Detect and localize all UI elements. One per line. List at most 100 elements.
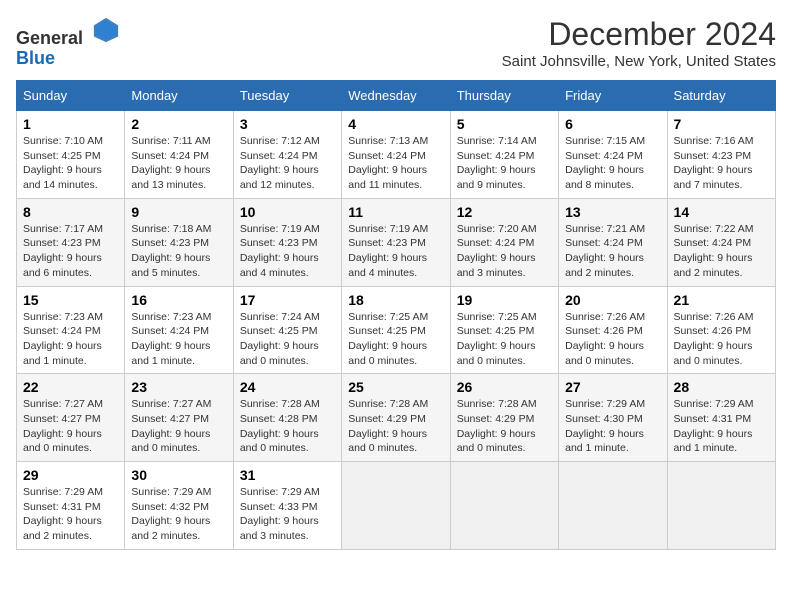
calendar-cell: 13 Sunrise: 7:21 AM Sunset: 4:24 PM Dayl…	[559, 198, 667, 286]
day-number: 14	[674, 204, 769, 220]
calendar-cell	[450, 462, 558, 550]
day-header-friday: Friday	[559, 81, 667, 111]
page-title: December 2024	[502, 16, 776, 53]
calendar-cell: 29 Sunrise: 7:29 AM Sunset: 4:31 PM Dayl…	[17, 462, 125, 550]
calendar-cell: 21 Sunrise: 7:26 AM Sunset: 4:26 PM Dayl…	[667, 286, 775, 374]
day-number: 29	[23, 467, 118, 483]
cell-details: Sunrise: 7:26 AM Sunset: 4:26 PM Dayligh…	[674, 311, 754, 367]
day-number: 6	[565, 116, 660, 132]
cell-details: Sunrise: 7:20 AM Sunset: 4:24 PM Dayligh…	[457, 223, 537, 279]
day-number: 3	[240, 116, 335, 132]
calendar-cell: 9 Sunrise: 7:18 AM Sunset: 4:23 PM Dayli…	[125, 198, 233, 286]
calendar-cell: 18 Sunrise: 7:25 AM Sunset: 4:25 PM Dayl…	[342, 286, 450, 374]
cell-details: Sunrise: 7:27 AM Sunset: 4:27 PM Dayligh…	[23, 398, 103, 454]
day-number: 18	[348, 292, 443, 308]
cell-details: Sunrise: 7:12 AM Sunset: 4:24 PM Dayligh…	[240, 135, 320, 191]
cell-details: Sunrise: 7:25 AM Sunset: 4:25 PM Dayligh…	[348, 311, 428, 367]
day-number: 28	[674, 379, 769, 395]
calendar-cell: 26 Sunrise: 7:28 AM Sunset: 4:29 PM Dayl…	[450, 374, 558, 462]
calendar-cell: 28 Sunrise: 7:29 AM Sunset: 4:31 PM Dayl…	[667, 374, 775, 462]
calendar-cell: 16 Sunrise: 7:23 AM Sunset: 4:24 PM Dayl…	[125, 286, 233, 374]
day-number: 17	[240, 292, 335, 308]
cell-details: Sunrise: 7:29 AM Sunset: 4:32 PM Dayligh…	[131, 486, 211, 542]
calendar-cell: 10 Sunrise: 7:19 AM Sunset: 4:23 PM Dayl…	[233, 198, 341, 286]
cell-details: Sunrise: 7:10 AM Sunset: 4:25 PM Dayligh…	[23, 135, 103, 191]
day-number: 7	[674, 116, 769, 132]
cell-details: Sunrise: 7:16 AM Sunset: 4:23 PM Dayligh…	[674, 135, 754, 191]
calendar-cell: 8 Sunrise: 7:17 AM Sunset: 4:23 PM Dayli…	[17, 198, 125, 286]
calendar-cell: 17 Sunrise: 7:24 AM Sunset: 4:25 PM Dayl…	[233, 286, 341, 374]
calendar-cell: 3 Sunrise: 7:12 AM Sunset: 4:24 PM Dayli…	[233, 111, 341, 199]
cell-details: Sunrise: 7:29 AM Sunset: 4:30 PM Dayligh…	[565, 398, 645, 454]
calendar-cell: 12 Sunrise: 7:20 AM Sunset: 4:24 PM Dayl…	[450, 198, 558, 286]
day-number: 4	[348, 116, 443, 132]
calendar-cell: 30 Sunrise: 7:29 AM Sunset: 4:32 PM Dayl…	[125, 462, 233, 550]
cell-details: Sunrise: 7:29 AM Sunset: 4:31 PM Dayligh…	[674, 398, 754, 454]
cell-details: Sunrise: 7:15 AM Sunset: 4:24 PM Dayligh…	[565, 135, 645, 191]
cell-details: Sunrise: 7:28 AM Sunset: 4:29 PM Dayligh…	[348, 398, 428, 454]
day-header-sunday: Sunday	[17, 81, 125, 111]
day-header-tuesday: Tuesday	[233, 81, 341, 111]
logo-general: General	[16, 28, 83, 48]
cell-details: Sunrise: 7:27 AM Sunset: 4:27 PM Dayligh…	[131, 398, 211, 454]
calendar-cell: 7 Sunrise: 7:16 AM Sunset: 4:23 PM Dayli…	[667, 111, 775, 199]
calendar-cell: 31 Sunrise: 7:29 AM Sunset: 4:33 PM Dayl…	[233, 462, 341, 550]
calendar-cell: 20 Sunrise: 7:26 AM Sunset: 4:26 PM Dayl…	[559, 286, 667, 374]
cell-details: Sunrise: 7:29 AM Sunset: 4:33 PM Dayligh…	[240, 486, 320, 542]
title-area: December 2024 Saint Johnsville, New York…	[502, 16, 776, 70]
header: General Blue December 2024 Saint Johnsvi…	[16, 16, 776, 70]
calendar-cell: 23 Sunrise: 7:27 AM Sunset: 4:27 PM Dayl…	[125, 374, 233, 462]
calendar-cell: 24 Sunrise: 7:28 AM Sunset: 4:28 PM Dayl…	[233, 374, 341, 462]
cell-details: Sunrise: 7:26 AM Sunset: 4:26 PM Dayligh…	[565, 311, 645, 367]
cell-details: Sunrise: 7:11 AM Sunset: 4:24 PM Dayligh…	[131, 135, 210, 191]
day-number: 5	[457, 116, 552, 132]
day-number: 12	[457, 204, 552, 220]
day-header-monday: Monday	[125, 81, 233, 111]
calendar-cell	[342, 462, 450, 550]
calendar-cell: 1 Sunrise: 7:10 AM Sunset: 4:25 PM Dayli…	[17, 111, 125, 199]
day-number: 27	[565, 379, 660, 395]
day-header-wednesday: Wednesday	[342, 81, 450, 111]
day-number: 25	[348, 379, 443, 395]
day-number: 11	[348, 204, 443, 220]
day-number: 1	[23, 116, 118, 132]
day-number: 9	[131, 204, 226, 220]
calendar-week-row: 8 Sunrise: 7:17 AM Sunset: 4:23 PM Dayli…	[17, 198, 776, 286]
day-number: 20	[565, 292, 660, 308]
day-number: 2	[131, 116, 226, 132]
calendar-week-row: 1 Sunrise: 7:10 AM Sunset: 4:25 PM Dayli…	[17, 111, 776, 199]
day-header-saturday: Saturday	[667, 81, 775, 111]
cell-details: Sunrise: 7:25 AM Sunset: 4:25 PM Dayligh…	[457, 311, 537, 367]
logo-icon	[92, 16, 120, 44]
cell-details: Sunrise: 7:17 AM Sunset: 4:23 PM Dayligh…	[23, 223, 103, 279]
day-number: 8	[23, 204, 118, 220]
cell-details: Sunrise: 7:19 AM Sunset: 4:23 PM Dayligh…	[348, 223, 428, 279]
day-number: 22	[23, 379, 118, 395]
day-header-thursday: Thursday	[450, 81, 558, 111]
day-number: 13	[565, 204, 660, 220]
cell-details: Sunrise: 7:24 AM Sunset: 4:25 PM Dayligh…	[240, 311, 320, 367]
logo: General Blue	[16, 16, 120, 69]
page-subtitle: Saint Johnsville, New York, United State…	[502, 53, 776, 70]
cell-details: Sunrise: 7:18 AM Sunset: 4:23 PM Dayligh…	[131, 223, 211, 279]
cell-details: Sunrise: 7:23 AM Sunset: 4:24 PM Dayligh…	[131, 311, 211, 367]
calendar-table: SundayMondayTuesdayWednesdayThursdayFrid…	[16, 80, 776, 550]
calendar-cell: 25 Sunrise: 7:28 AM Sunset: 4:29 PM Dayl…	[342, 374, 450, 462]
logo-blue: Blue	[16, 48, 55, 68]
cell-details: Sunrise: 7:14 AM Sunset: 4:24 PM Dayligh…	[457, 135, 537, 191]
calendar-header-row: SundayMondayTuesdayWednesdayThursdayFrid…	[17, 81, 776, 111]
calendar-cell: 22 Sunrise: 7:27 AM Sunset: 4:27 PM Dayl…	[17, 374, 125, 462]
cell-details: Sunrise: 7:21 AM Sunset: 4:24 PM Dayligh…	[565, 223, 645, 279]
cell-details: Sunrise: 7:22 AM Sunset: 4:24 PM Dayligh…	[674, 223, 754, 279]
calendar-cell: 27 Sunrise: 7:29 AM Sunset: 4:30 PM Dayl…	[559, 374, 667, 462]
calendar-cell: 15 Sunrise: 7:23 AM Sunset: 4:24 PM Dayl…	[17, 286, 125, 374]
cell-details: Sunrise: 7:23 AM Sunset: 4:24 PM Dayligh…	[23, 311, 103, 367]
day-number: 16	[131, 292, 226, 308]
calendar-week-row: 22 Sunrise: 7:27 AM Sunset: 4:27 PM Dayl…	[17, 374, 776, 462]
calendar-cell: 11 Sunrise: 7:19 AM Sunset: 4:23 PM Dayl…	[342, 198, 450, 286]
calendar-cell	[559, 462, 667, 550]
calendar-cell: 19 Sunrise: 7:25 AM Sunset: 4:25 PM Dayl…	[450, 286, 558, 374]
day-number: 19	[457, 292, 552, 308]
calendar-cell: 4 Sunrise: 7:13 AM Sunset: 4:24 PM Dayli…	[342, 111, 450, 199]
day-number: 24	[240, 379, 335, 395]
